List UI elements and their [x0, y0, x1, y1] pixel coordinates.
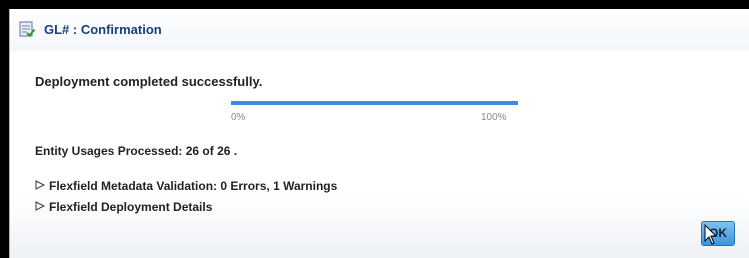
progress-bar: [231, 101, 518, 105]
confirmation-dialog: GL# : Confirmation Deployment completed …: [9, 9, 749, 258]
disclosure-label: Flexfield Metadata Validation: 0 Errors,…: [49, 179, 338, 193]
disclosure-deployment-details[interactable]: Flexfield Deployment Details: [35, 200, 212, 214]
dialog-titlebar: GL# : Confirmation: [10, 9, 749, 51]
entity-usages-text: Entity Usages Processed: 26 of 26 .: [35, 144, 238, 158]
progress-max-label: 100%: [481, 112, 507, 123]
triangle-right-icon: [35, 179, 49, 193]
status-message: Deployment completed successfully.: [35, 74, 263, 89]
progress-fill: [231, 101, 518, 105]
mouse-cursor-icon: [704, 223, 718, 246]
progress-min-label: 0%: [231, 112, 246, 123]
disclosure-metadata-validation[interactable]: Flexfield Metadata Validation: 0 Errors,…: [35, 179, 337, 193]
dialog-title: GL# : Confirmation: [44, 22, 162, 37]
triangle-right-icon: [35, 200, 49, 214]
disclosure-label: Flexfield Deployment Details: [49, 200, 213, 214]
document-check-icon: [18, 20, 36, 38]
dialog-body: Deployment completed successfully. 0% 10…: [10, 51, 749, 258]
